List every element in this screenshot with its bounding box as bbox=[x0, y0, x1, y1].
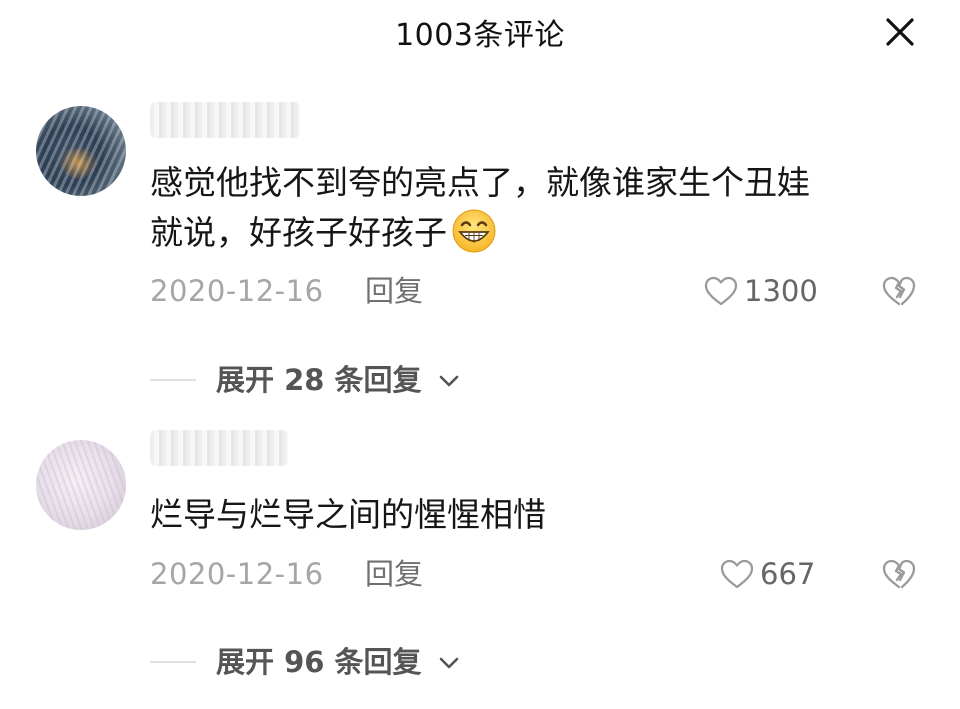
comment-item: 感觉他找不到夸的亮点了，就像谁家生个丑娃 就说，好孩子好孩子 2020-12-1… bbox=[0, 102, 960, 406]
username-redacted[interactable] bbox=[150, 102, 300, 138]
comment-date: 2020-12-16 bbox=[150, 274, 324, 308]
comment-text-line: 烂导与烂导之间的惺惺相惜 bbox=[150, 495, 546, 534]
comment-text: 烂导与烂导之间的惺惺相惜 bbox=[150, 490, 910, 540]
comment-text: 感觉他找不到夸的亮点了，就像谁家生个丑娃 就说，好孩子好孩子 bbox=[150, 158, 910, 258]
reply-button[interactable]: 回复 bbox=[365, 271, 423, 311]
heart-outline-icon bbox=[720, 559, 754, 589]
comments-page: 1003条评论 感觉他找不到夸的亮点了，就像谁家生个丑娃 就说，好孩子好孩子 2… bbox=[0, 0, 960, 709]
expand-divider bbox=[150, 661, 196, 663]
avatar[interactable] bbox=[36, 440, 126, 530]
dislike-button[interactable] bbox=[882, 275, 916, 307]
like-button[interactable]: 667 bbox=[720, 554, 830, 594]
avatar[interactable] bbox=[36, 106, 126, 196]
like-button[interactable]: 1300 bbox=[704, 271, 834, 311]
chevron-down-icon bbox=[439, 657, 459, 669]
comment-meta: 2020-12-16 回复 667 bbox=[150, 554, 930, 594]
like-count: 1300 bbox=[744, 274, 818, 308]
dislike-button[interactable] bbox=[882, 558, 916, 590]
comments-count-title: 1003条评论 bbox=[395, 18, 565, 53]
comment-meta: 2020-12-16 回复 1300 bbox=[150, 271, 930, 311]
username-redacted[interactable] bbox=[150, 430, 288, 466]
avatar-blur-overlay bbox=[36, 106, 126, 196]
comment-text-span: 就说，好孩子好孩子 bbox=[150, 213, 447, 252]
reply-button[interactable]: 回复 bbox=[365, 554, 423, 594]
expand-divider bbox=[150, 379, 196, 381]
broken-heart-icon bbox=[882, 276, 916, 306]
comment-text-line: 就说，好孩子好孩子 bbox=[150, 208, 910, 258]
expand-replies-button[interactable]: 展开 28 条回复 bbox=[150, 360, 470, 400]
grinning-face-emoji-icon bbox=[452, 209, 496, 253]
expand-replies-label: 展开 28 条回复 bbox=[216, 363, 422, 397]
heart-outline-icon bbox=[704, 276, 738, 306]
close-button[interactable] bbox=[880, 12, 920, 52]
like-count: 667 bbox=[760, 557, 816, 591]
avatar-blur-overlay bbox=[36, 440, 126, 530]
close-icon bbox=[886, 18, 914, 46]
chevron-down-icon bbox=[439, 375, 459, 387]
expand-replies-button[interactable]: 展开 96 条回复 bbox=[150, 642, 470, 682]
comment-item: 烂导与烂导之间的惺惺相惜 2020-12-16 回复 667 展开 96 条回复 bbox=[0, 430, 960, 700]
comment-date: 2020-12-16 bbox=[150, 557, 324, 591]
comments-header: 1003条评论 bbox=[0, 0, 960, 64]
expand-replies-label: 展开 96 条回复 bbox=[216, 645, 422, 679]
comment-text-line: 感觉他找不到夸的亮点了，就像谁家生个丑娃 bbox=[150, 163, 810, 202]
broken-heart-icon bbox=[882, 559, 916, 589]
